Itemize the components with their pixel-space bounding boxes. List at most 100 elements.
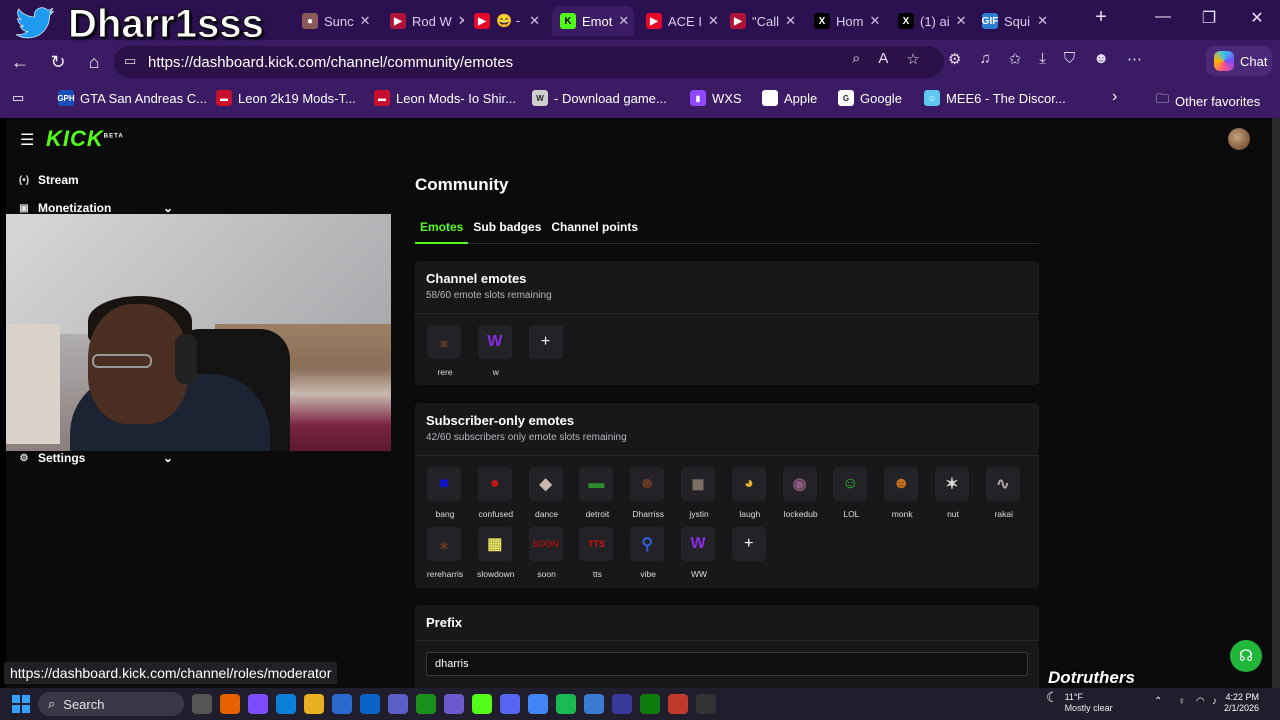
- emote-item[interactable]: ⁎ rereharris: [427, 527, 463, 579]
- user-avatar[interactable]: [1228, 128, 1250, 150]
- outlook-icon[interactable]: [360, 694, 380, 714]
- close-tab-icon[interactable]: ✕: [785, 13, 796, 29]
- close-window-button[interactable]: ✕: [1234, 8, 1280, 28]
- emote-item[interactable]: ▬ detroit: [579, 467, 615, 519]
- profile-icon[interactable]: ☻: [1093, 50, 1109, 68]
- favorite-star-icon[interactable]: ☆: [906, 50, 919, 68]
- notes-icon[interactable]: [444, 694, 464, 714]
- new-tab-button[interactable]: +: [1078, 6, 1124, 29]
- store-icon[interactable]: [332, 694, 352, 714]
- bookmark-item[interactable]: GPH GTA San Andreas C...: [57, 90, 207, 106]
- emote-item[interactable]: ◕ laugh: [731, 467, 768, 519]
- page-info-icon[interactable]: ▭: [124, 53, 136, 69]
- add-emote-button[interactable]: +: [528, 325, 563, 359]
- zoom-icon[interactable]: ⌕: [852, 50, 860, 68]
- bookmark-item[interactable]: G Google: [838, 90, 902, 106]
- close-tab-icon[interactable]: ✕: [529, 13, 540, 29]
- microphone-icon[interactable]: ♀: [1178, 696, 1186, 707]
- wifi-icon[interactable]: ◠: [1196, 696, 1205, 707]
- copilot-icon[interactable]: [248, 694, 268, 714]
- task-view-icon[interactable]: [192, 694, 212, 714]
- close-tab-icon[interactable]: ✕: [360, 13, 371, 29]
- close-tab-icon[interactable]: ✕: [869, 13, 880, 29]
- bookmark-item[interactable]: Apple: [762, 90, 817, 106]
- tab-actions-icon[interactable]: ▭: [12, 90, 24, 106]
- bookmark-item[interactable]: ▮ WXS: [690, 90, 742, 106]
- browser-essentials-icon[interactable]: ⛉: [1064, 50, 1075, 68]
- url-input[interactable]: ▭ https://dashboard.kick.com/channel/com…: [114, 46, 944, 78]
- prefix-input[interactable]: dharris: [426, 652, 1028, 676]
- taskbar-search[interactable]: ⌕ Search: [38, 692, 184, 716]
- emote-item[interactable]: W WW: [681, 527, 717, 579]
- tab-emotes[interactable]: Emotes: [415, 218, 469, 244]
- emote-item[interactable]: ■ bang: [427, 467, 463, 519]
- emote-item[interactable]: ◼ jystin: [681, 467, 717, 519]
- phone-link-icon[interactable]: [612, 694, 632, 714]
- close-tab-icon[interactable]: ✕: [1037, 13, 1048, 29]
- windows-start-icon[interactable]: [12, 695, 30, 713]
- close-tab-icon[interactable]: ✕: [618, 13, 629, 29]
- bookmark-item[interactable]: ▬ Leon Mods- Io Shir...: [374, 90, 516, 106]
- discord-icon[interactable]: [500, 694, 520, 714]
- media-icon[interactable]: ♫: [979, 50, 990, 68]
- read-aloud-icon[interactable]: A: [878, 50, 888, 68]
- copilot-chat-button[interactable]: Chat: [1206, 46, 1272, 76]
- volume-icon[interactable]: ♪: [1212, 696, 1217, 707]
- emote-item[interactable]: Ww: [477, 325, 514, 377]
- weather-widget[interactable]: ☾ 11°F Mostly clear: [1046, 690, 1113, 714]
- obs-icon[interactable]: [696, 694, 716, 714]
- browser-tab[interactable]: K Emot ✕: [552, 6, 634, 36]
- kick-logo[interactable]: KICKBETA: [46, 126, 124, 152]
- emote-item[interactable]: ☻ monk: [884, 467, 920, 519]
- kick-app-icon[interactable]: [472, 694, 492, 714]
- edge-icon[interactable]: [276, 694, 296, 714]
- downloads-icon[interactable]: ⤓: [1039, 50, 1046, 68]
- teams-icon[interactable]: [388, 694, 408, 714]
- emote-item[interactable]: ◆ dance: [528, 467, 565, 519]
- emote-item[interactable]: ☺ LOL: [833, 467, 869, 519]
- browser-tab[interactable]: ▶ Rod W ✕: [382, 6, 464, 36]
- browser-tab[interactable]: ▶ 😄 - ✕: [466, 6, 548, 36]
- chrome-icon[interactable]: [528, 694, 548, 714]
- add-emote-button[interactable]: +: [731, 527, 766, 561]
- emote-item[interactable]: TTS tts: [579, 527, 615, 579]
- tab-sub-badges[interactable]: Sub badges: [468, 218, 546, 244]
- back-button[interactable]: ←: [8, 50, 32, 74]
- game-icon[interactable]: [668, 694, 688, 714]
- menu-hamburger-icon[interactable]: ☰: [20, 130, 34, 150]
- tray-overflow-icon[interactable]: ⌃: [1154, 696, 1162, 707]
- close-tab-icon[interactable]: ✕: [458, 13, 464, 29]
- emote-item[interactable]: ∿ rakai: [985, 467, 1022, 519]
- bookmark-item[interactable]: ☺ MEE6 - The Discor...: [924, 90, 1066, 106]
- close-tab-icon[interactable]: ✕: [956, 13, 967, 29]
- emote-item[interactable]: ⚲ vibe: [630, 527, 666, 579]
- browser-tab[interactable]: GIF Squi ✕: [974, 6, 1056, 36]
- tab-channel-points[interactable]: Channel points: [546, 218, 643, 244]
- browser-tab[interactable]: X (1) ai ✕: [890, 6, 972, 36]
- other-favorites[interactable]: 🗀 Other favorites: [1156, 90, 1260, 112]
- sidebar-item-stream[interactable]: (•) Stream: [6, 166, 181, 194]
- refresh-button[interactable]: ↻: [46, 50, 70, 74]
- page-scrollbar[interactable]: [1272, 118, 1280, 688]
- bookmark-item[interactable]: ▬ Leon 2k19 Mods-T...: [216, 90, 356, 106]
- minimize-button[interactable]: —: [1140, 8, 1186, 26]
- emote-item[interactable]: ● confused: [477, 467, 514, 519]
- file-explorer-icon[interactable]: [304, 694, 324, 714]
- emote-item[interactable]: ◉ lockedub: [782, 467, 819, 519]
- clock[interactable]: 4:22 PM 2/1/2026: [1224, 692, 1259, 714]
- spotify-icon[interactable]: [556, 694, 576, 714]
- bookmarks-overflow-chevron-icon[interactable]: ›: [1112, 88, 1117, 106]
- firefox-icon[interactable]: [220, 694, 240, 714]
- home-button[interactable]: ⌂: [82, 50, 106, 74]
- browser-tab[interactable]: ● Sunc ✕: [294, 6, 376, 36]
- browser-tab[interactable]: ▶ "Call ✕: [722, 6, 804, 36]
- support-headset-button[interactable]: ☊: [1230, 640, 1262, 672]
- xbox-app-icon[interactable]: [416, 694, 436, 714]
- close-tab-icon[interactable]: ✕: [708, 13, 719, 29]
- monitor-icon[interactable]: [584, 694, 604, 714]
- browser-tab[interactable]: X Hom ✕: [806, 6, 888, 36]
- favorites-icon[interactable]: ✩: [1009, 50, 1022, 68]
- bookmark-item[interactable]: W - Download game...: [532, 90, 667, 106]
- browser-tab[interactable]: ▶ ACE I ✕: [638, 6, 720, 36]
- emote-item[interactable]: ▦ slowdown: [477, 527, 514, 579]
